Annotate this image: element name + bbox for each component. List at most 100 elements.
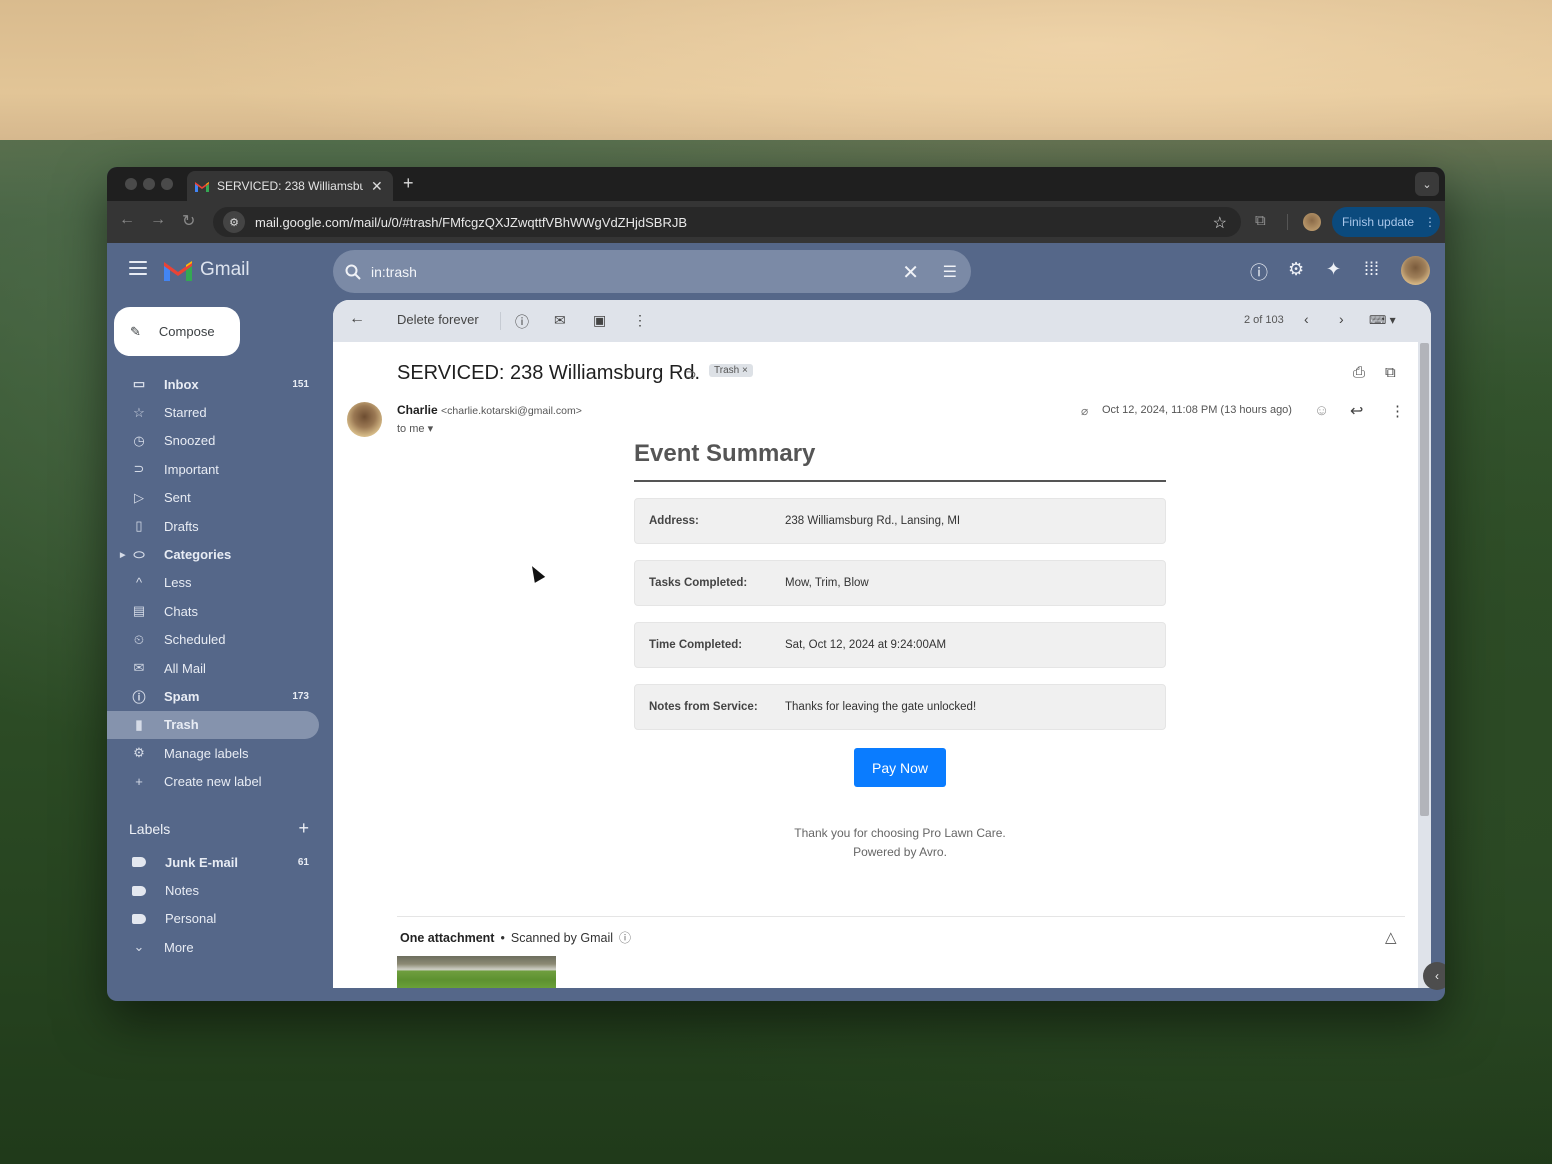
- label-item-notes[interactable]: Notes: [107, 876, 319, 904]
- sidebar-item-starred[interactable]: ☆ Starred: [107, 398, 319, 426]
- attachments-header: One attachment • Scanned by Gmail ⓘ: [400, 929, 631, 946]
- newer-icon[interactable]: ‹: [1304, 311, 1309, 327]
- sidebar-item-important[interactable]: ⊃ Important: [107, 455, 319, 483]
- summary-row: Time Completed: Sat, Oct 12, 2024 at 9:2…: [634, 622, 1166, 668]
- back-button[interactable]: ←: [119, 211, 135, 229]
- unread-count: 61: [297, 856, 309, 868]
- settings-gear-icon[interactable]: ⚙: [1288, 259, 1304, 280]
- sidebar-item-label: Spam: [164, 688, 200, 704]
- reload-button[interactable]: ↻: [182, 211, 195, 231]
- sidebar-item-create-label[interactable]: + Create new label: [107, 767, 319, 795]
- message-toolbar: ← Delete forever ⓘ ✉ ▣ ⋮ 2 of 103 ‹ › ⌨ …: [333, 300, 1431, 342]
- sidebar-item-inbox[interactable]: ▭ Inbox 151: [107, 370, 319, 398]
- sidebar-item-all-mail[interactable]: ✉ All Mail: [107, 654, 319, 682]
- account-avatar[interactable]: [1401, 256, 1430, 285]
- draft-icon: ▯: [135, 518, 143, 534]
- report-spam-icon[interactable]: ⓘ: [515, 312, 529, 332]
- expand-arrow-icon[interactable]: ▶: [120, 551, 125, 559]
- labels-list: Junk E-mail 61 Notes Personal ⌄ More: [107, 848, 319, 962]
- add-to-drive-icon[interactable]: △: [1385, 928, 1397, 946]
- address-bar[interactable]: ⚙ mail.google.com/mail/u/0/#trash/FMfcgz…: [213, 207, 1241, 237]
- site-info-icon[interactable]: ⚙: [223, 211, 245, 233]
- compose-label: Compose: [158, 324, 215, 339]
- older-icon[interactable]: ›: [1339, 311, 1344, 327]
- label-item-more[interactable]: ⌄ More: [107, 933, 319, 961]
- message-date: Oct 12, 2024, 11:08 PM (13 hours ago): [1102, 404, 1292, 416]
- compose-button[interactable]: ✎ Compose: [114, 307, 240, 356]
- info-icon[interactable]: ⓘ: [619, 929, 631, 946]
- trash-label-chip[interactable]: Trash ×: [709, 364, 753, 377]
- mark-unread-icon[interactable]: ✉: [554, 312, 566, 329]
- bookmark-star-icon[interactable]: ☆: [1213, 213, 1227, 233]
- clear-search-icon[interactable]: ✕: [902, 260, 919, 285]
- chevron-down-icon: ⌄: [133, 939, 145, 955]
- maximize-window-button[interactable]: [161, 178, 173, 190]
- row-label: Notes from Service:: [649, 701, 758, 713]
- important-marker-icon[interactable]: ⊃: [685, 366, 697, 383]
- add-reaction-icon[interactable]: ☺: [1314, 402, 1329, 419]
- extensions-icon[interactable]: ⧉: [1255, 212, 1266, 229]
- open-new-window-icon[interactable]: ⧉: [1385, 364, 1396, 381]
- chevron-left-icon: ‹: [1435, 969, 1439, 983]
- label-item-personal[interactable]: Personal: [107, 905, 319, 933]
- url-text[interactable]: mail.google.com/mail/u/0/#trash/FMfcgzQX…: [255, 215, 687, 230]
- sidebar-item-label: Important: [164, 461, 219, 477]
- back-to-list-icon[interactable]: ←: [349, 310, 365, 328]
- app-name: Gmail: [200, 259, 250, 280]
- more-options-icon[interactable]: ⋮: [1390, 402, 1405, 420]
- recipient-details[interactable]: to me ▾: [397, 422, 433, 435]
- label-tag-icon: [132, 857, 146, 868]
- sidebar-item-less[interactable]: ^ Less: [107, 569, 319, 597]
- close-tab-icon[interactable]: ✕: [371, 178, 383, 195]
- sidebar-item-manage-labels[interactable]: ⚙ Manage labels: [107, 739, 319, 767]
- sidebar-item-trash[interactable]: ▮ Trash: [107, 710, 319, 740]
- sender-avatar[interactable]: [347, 402, 382, 437]
- chevron-up-icon: ^: [135, 575, 143, 591]
- more-actions-icon[interactable]: ⋮: [633, 312, 647, 329]
- sidebar-item-scheduled[interactable]: ⏲ Scheduled: [107, 626, 319, 654]
- sidebar-item-drafts[interactable]: ▯ Drafts: [107, 512, 319, 540]
- input-tools-icon[interactable]: ⌨ ▾: [1369, 313, 1396, 327]
- gemini-sparkle-icon[interactable]: ✦: [1326, 259, 1341, 280]
- help-icon[interactable]: ⓘ: [1250, 259, 1268, 285]
- remove-label-icon[interactable]: ×: [742, 365, 748, 376]
- browser-tab[interactable]: SERVICED: 238 Williamsburg Rd. ✕: [187, 171, 393, 201]
- label-item-junk-email[interactable]: Junk E-mail 61: [107, 848, 319, 876]
- print-icon[interactable]: ⎙: [1353, 364, 1365, 381]
- sidebar-item-label: All Mail: [164, 660, 206, 676]
- close-window-button[interactable]: [125, 178, 137, 190]
- attachment-thumbnail[interactable]: [397, 956, 556, 988]
- minimize-window-button[interactable]: [143, 178, 155, 190]
- gmail-logo[interactable]: Gmail: [164, 259, 250, 281]
- trash-icon: ▮: [135, 716, 143, 732]
- sidebar-item-chats[interactable]: ▤ Chats: [107, 597, 319, 625]
- sidebar-item-categories[interactable]: ▶ ⬭ Categories: [107, 540, 319, 568]
- sidebar-item-sent[interactable]: ▷ Sent: [107, 484, 319, 512]
- add-label-icon[interactable]: +: [298, 819, 309, 837]
- show-side-panel-button[interactable]: ‹: [1423, 962, 1445, 990]
- star-icon: ☆: [133, 404, 145, 420]
- apps-grid-icon[interactable]: ⁞⁞⁞: [1364, 259, 1379, 280]
- delete-forever-button[interactable]: Delete forever: [397, 312, 479, 327]
- more-vert-icon: ⋮: [1424, 215, 1437, 229]
- search-icon[interactable]: [345, 264, 361, 280]
- tab-search-button[interactable]: ⌄: [1415, 172, 1439, 196]
- search-input[interactable]: [371, 263, 871, 280]
- unread-count: 151: [292, 378, 309, 390]
- sidebar-item-spam[interactable]: ⓘ Spam 173: [107, 682, 319, 710]
- pay-now-button[interactable]: Pay Now: [854, 748, 946, 787]
- new-tab-button[interactable]: +: [403, 173, 414, 194]
- forward-button[interactable]: →: [150, 211, 166, 229]
- attachment-count: One attachment: [400, 930, 495, 945]
- finish-update-button[interactable]: Finish update ⋮: [1332, 207, 1440, 237]
- main-menu-icon[interactable]: [129, 261, 147, 275]
- scheduled-icon: ⏲: [133, 631, 145, 647]
- reply-icon[interactable]: ↩: [1350, 401, 1363, 421]
- sidebar-item-label: Categories: [164, 547, 232, 563]
- move-to-icon[interactable]: ▣: [593, 312, 606, 329]
- profile-avatar[interactable]: [1303, 213, 1321, 231]
- sidebar-item-snoozed[interactable]: ◷ Snoozed: [107, 427, 319, 455]
- sender-name[interactable]: Charlie: [397, 403, 438, 417]
- scrollbar-thumb[interactable]: [1420, 343, 1429, 816]
- search-options-icon[interactable]: ☰: [943, 262, 957, 282]
